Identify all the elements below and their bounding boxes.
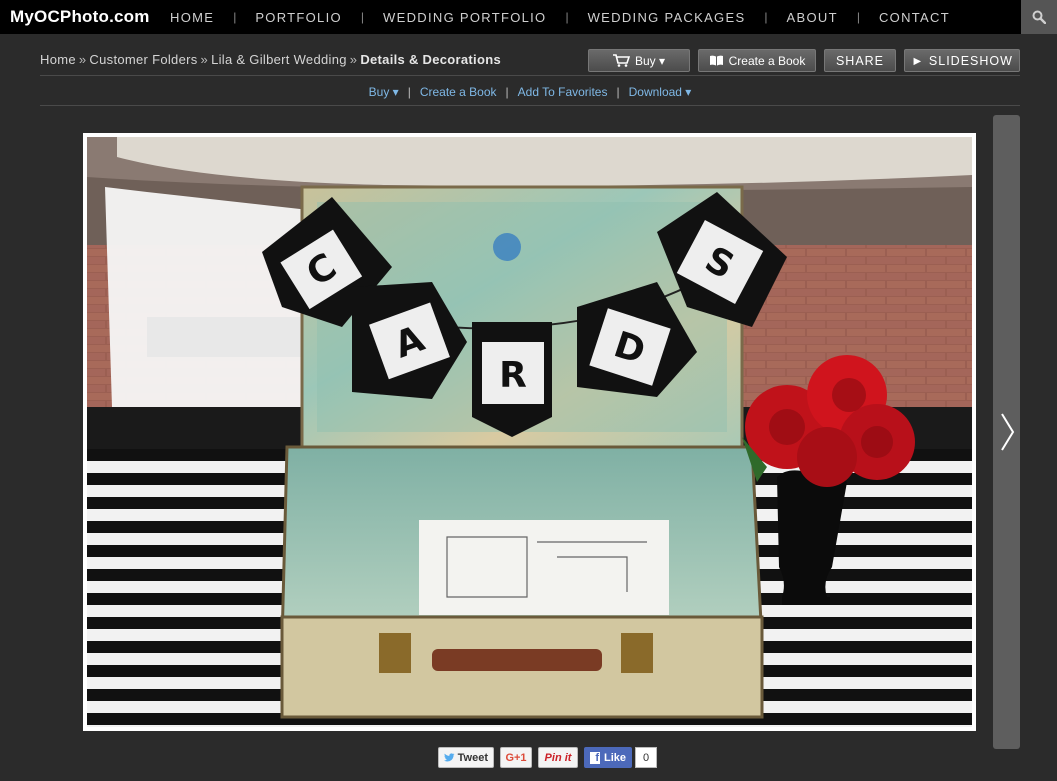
share-button[interactable]: SHARE xyxy=(824,49,896,72)
banner-pennant: R xyxy=(472,322,552,437)
pinterest-button[interactable]: Pin it xyxy=(538,747,578,768)
breadcrumb-separator: » xyxy=(200,52,209,67)
like-count: 0 xyxy=(635,747,657,768)
breadcrumb: Home» Customer Folders» Lila & Gilbert Wed… xyxy=(40,52,501,67)
next-photo-button[interactable] xyxy=(995,410,1019,454)
nav-separator: | xyxy=(764,10,768,24)
action-buy-link[interactable]: Buy ▾ xyxy=(369,85,399,99)
action-create-book-link[interactable]: Create a Book xyxy=(420,85,497,99)
top-navigation-bar: MyOCPhoto.com HOME | PORTFOLIO | WEDDING… xyxy=(0,0,1057,34)
nav-item-about[interactable]: ABOUT xyxy=(787,10,838,25)
breadcrumb-separator: » xyxy=(78,52,87,67)
breadcrumb-home[interactable]: Home xyxy=(40,52,76,67)
action-download-link[interactable]: Download ▾ xyxy=(629,85,692,99)
book-icon xyxy=(709,55,724,66)
slideshow-button[interactable]: ► SLIDESHOW xyxy=(904,49,1020,72)
social-share-bar: Tweet G+1 Pin it f Like 0 xyxy=(438,747,657,769)
nav-item-portfolio[interactable]: PORTFOLIO xyxy=(255,10,342,25)
main-photo[interactable]: C A R D S xyxy=(87,137,972,727)
buy-button-label: Buy ▾ xyxy=(634,53,666,68)
breadcrumb-current: Details & Decorations xyxy=(360,52,501,67)
create-book-button[interactable]: Create a Book xyxy=(698,49,816,72)
breadcrumb-customer-folders[interactable]: Customer Folders xyxy=(89,52,197,67)
chevron-right-icon xyxy=(1001,413,1015,451)
nav-separator: | xyxy=(233,10,237,24)
nav-separator: | xyxy=(360,10,365,24)
action-separator: | xyxy=(505,84,509,99)
breadcrumb-wedding[interactable]: Lila & Gilbert Wedding xyxy=(211,52,347,67)
action-separator: | xyxy=(616,84,620,99)
photo-frame: C A R D S xyxy=(83,133,976,731)
breadcrumb-separator: » xyxy=(349,52,358,67)
main-nav: HOME | PORTFOLIO | WEDDING PORTFOLIO | W… xyxy=(170,0,950,34)
photo-actions: Buy ▾ | Create a Book | Add To Favorites… xyxy=(40,78,1020,106)
search-button[interactable] xyxy=(1021,0,1057,34)
create-book-label: Create a Book xyxy=(728,53,806,68)
breadcrumb-bar: Home» Customer Folders» Lila & Gilbert Wed… xyxy=(40,46,1020,76)
like-label: Like xyxy=(603,751,626,764)
nav-item-contact[interactable]: CONTACT xyxy=(879,10,950,25)
nav-item-wedding-packages[interactable]: WEDDING PACKAGES xyxy=(588,10,746,25)
google-plus-button[interactable]: G+1 xyxy=(500,747,532,768)
action-separator: | xyxy=(407,84,411,99)
cart-icon xyxy=(612,54,630,67)
action-favorites-link[interactable]: Add To Favorites xyxy=(518,85,608,99)
facebook-like-button[interactable]: f Like xyxy=(584,747,632,768)
nav-item-wedding-portfolio[interactable]: WEDDING PORTFOLIO xyxy=(383,10,546,25)
buy-button[interactable]: Buy ▾ xyxy=(588,49,690,72)
banner-letter-r: R xyxy=(499,355,527,396)
facebook-icon: f xyxy=(590,751,600,764)
gallery-toolbar: Buy ▾ Create a Book SHARE ► SLIDESHOW xyxy=(588,49,1020,72)
search-icon xyxy=(1032,10,1046,24)
nav-separator: | xyxy=(565,10,569,24)
nav-item-home[interactable]: HOME xyxy=(170,10,214,25)
tweet-label: Tweet xyxy=(457,751,488,764)
twitter-bird-icon xyxy=(444,753,455,762)
tweet-button[interactable]: Tweet xyxy=(438,747,494,768)
site-logo[interactable]: MyOCPhoto.com xyxy=(0,7,170,27)
photo-illustration: C A R D S xyxy=(87,137,972,727)
nav-separator: | xyxy=(856,10,860,24)
